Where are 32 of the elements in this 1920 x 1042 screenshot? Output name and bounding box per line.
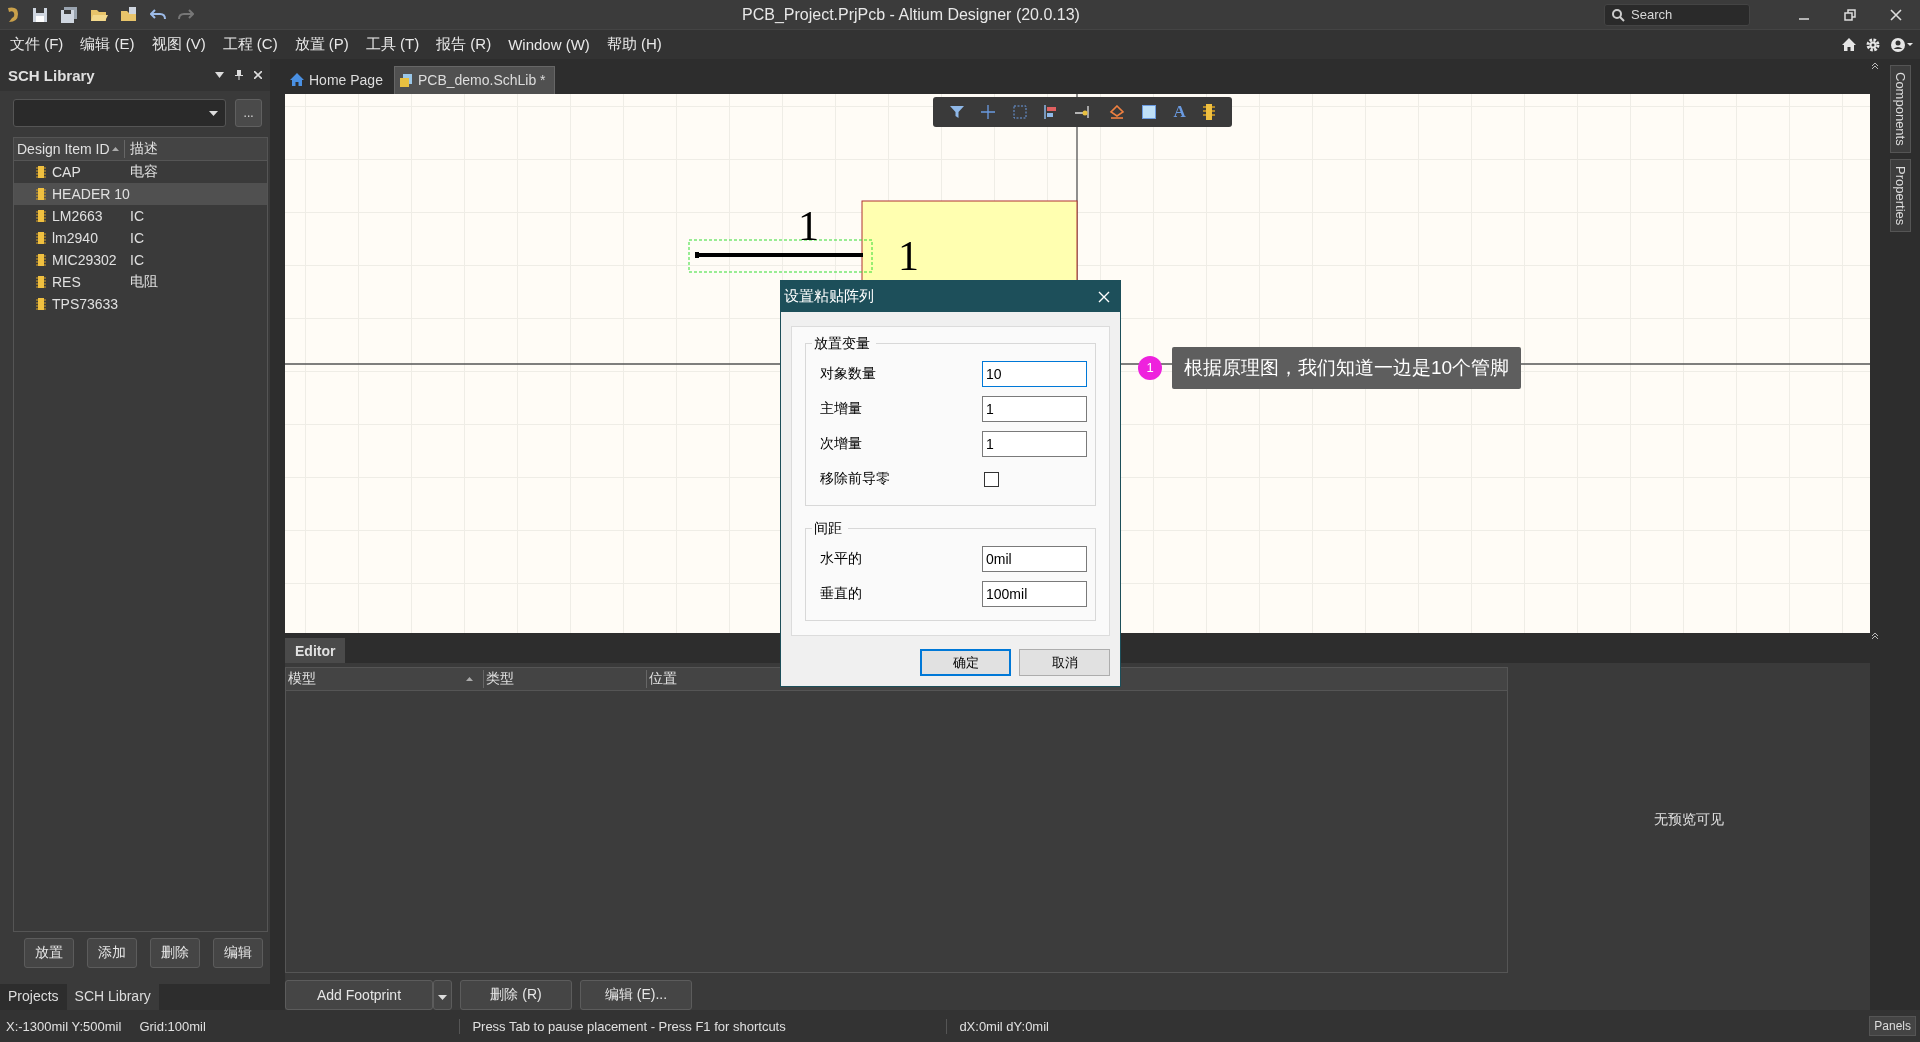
group-title: 放置变量 (812, 335, 876, 353)
component-id: LM2663 (52, 208, 104, 224)
field-label: 移除前导零 (820, 470, 890, 488)
pin-designator: 1 (898, 232, 919, 279)
window-title: PCB_Project.PrjPcb - Altium Designer (20.0.13) (742, 5, 1080, 24)
component-description: 电阻 (130, 273, 158, 291)
cursor-position: X:-1300mil Y:500mil (6, 1018, 122, 1034)
component-id: RES (52, 274, 82, 290)
component-description: IC (130, 252, 144, 268)
component-id: MIC29302 (52, 252, 118, 268)
component-id: HEADER 10 (52, 186, 130, 202)
component-description: IC (130, 208, 144, 224)
group-title: 间距 (812, 520, 848, 538)
callout-text: 根据原理图，我们知道一边是10个管脚 (1172, 346, 1522, 389)
field-label: 垂直的 (820, 585, 862, 603)
component-description: IC (130, 230, 144, 246)
field-label: 主增量 (820, 400, 862, 418)
component-id: CAP (52, 164, 82, 180)
field-label: 对象数量 (820, 365, 876, 383)
dialog-title: 设置粘贴阵列 (784, 287, 874, 306)
status-hint: Press Tab to pause placement - Press F1 for shortcuts (459, 1018, 947, 1034)
field-label: 水平的 (820, 550, 862, 568)
cursor-delta: dX:0mil dY:0mil (946, 1018, 1049, 1034)
preview-message: 无预览可见 (1654, 811, 1724, 830)
field-label: 次增量 (820, 435, 862, 453)
step-badge: 1 (1138, 355, 1162, 380)
component-id: lm2940 (52, 230, 99, 246)
panel-title: SCH Library (8, 66, 95, 84)
grid-size: Grid:100mil (139, 1018, 207, 1034)
component-description: 电容 (130, 163, 158, 181)
component-id: TPS73633 (52, 296, 120, 312)
pin-number: 1 (798, 202, 819, 249)
